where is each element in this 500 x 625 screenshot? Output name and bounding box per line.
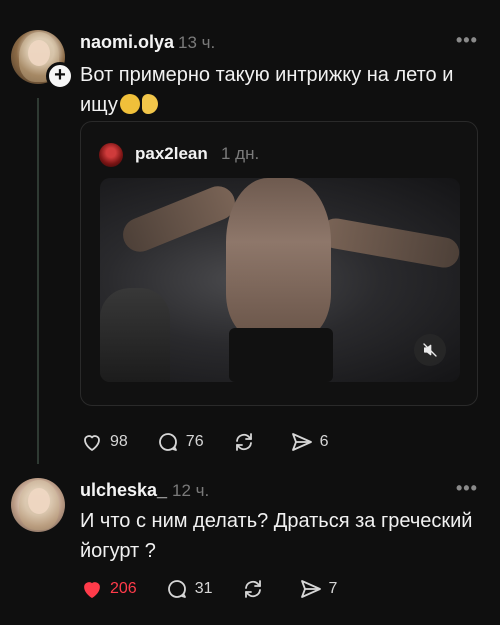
repost-button[interactable]	[232, 430, 262, 454]
quote-username[interactable]: pax2lean	[135, 144, 208, 164]
comment-button[interactable]: 31	[165, 577, 213, 601]
repost-icon	[244, 580, 261, 598]
figure-arm-right	[318, 216, 460, 270]
pinching-hand-icon	[141, 94, 158, 114]
comment-icon	[158, 433, 177, 451]
post-time: 13 ч.	[178, 33, 216, 52]
share-button[interactable]: 7	[299, 577, 338, 601]
avatar-face	[28, 488, 50, 514]
more-options-icon[interactable]: •••	[456, 478, 478, 499]
username[interactable]: ulcheska_	[80, 480, 167, 501]
quoted-post[interactable]: pax2lean 1 дн.	[80, 121, 478, 406]
comment-count: 76	[185, 433, 204, 450]
comment-count: 31	[194, 580, 213, 597]
comment-icon	[167, 580, 186, 598]
figure-shorts	[229, 328, 333, 382]
thread-line	[37, 98, 39, 464]
muted-speaker-icon[interactable]	[414, 334, 446, 366]
avatar[interactable]	[11, 478, 65, 532]
quote-avatar[interactable]	[99, 143, 123, 167]
share-count: 7	[328, 580, 338, 597]
post-time: 12 ч.	[172, 481, 210, 500]
send-icon	[291, 433, 312, 451]
like-button[interactable]: 206	[80, 577, 137, 601]
comment-button[interactable]: 76	[156, 430, 204, 454]
repost-icon	[235, 433, 252, 451]
more-options-icon[interactable]: •••	[456, 30, 478, 51]
feed: + naomi.olya 13 ч. ••• Вот примерно таку…	[0, 0, 500, 625]
post-actions: 98 76 6	[80, 430, 357, 454]
figure-torso	[226, 178, 331, 338]
like-count: 206	[110, 580, 137, 597]
username[interactable]: naomi.olya	[80, 32, 174, 53]
figure-arm-left	[117, 181, 241, 257]
heart-filled-icon	[84, 582, 100, 598]
heart-icon	[84, 435, 100, 451]
video-media[interactable]	[100, 178, 460, 382]
share-button[interactable]: 6	[290, 430, 329, 454]
follow-button[interactable]: +	[46, 62, 74, 90]
post-actions: 206 31 7	[80, 577, 365, 601]
smirking-face-icon	[119, 94, 140, 114]
post-text: И что с ним делать? Драться за греческий…	[80, 510, 473, 562]
like-button[interactable]: 98	[80, 430, 128, 454]
share-count: 6	[319, 433, 329, 450]
quote-time: 1 дн.	[221, 144, 260, 163]
repost-button[interactable]	[241, 577, 271, 601]
background-chair	[100, 288, 170, 382]
avatar-face	[28, 40, 50, 66]
like-count: 98	[110, 433, 128, 450]
post-text: Вот примерно такую интрижку на лето и ищ…	[80, 60, 480, 120]
send-icon	[300, 580, 321, 598]
